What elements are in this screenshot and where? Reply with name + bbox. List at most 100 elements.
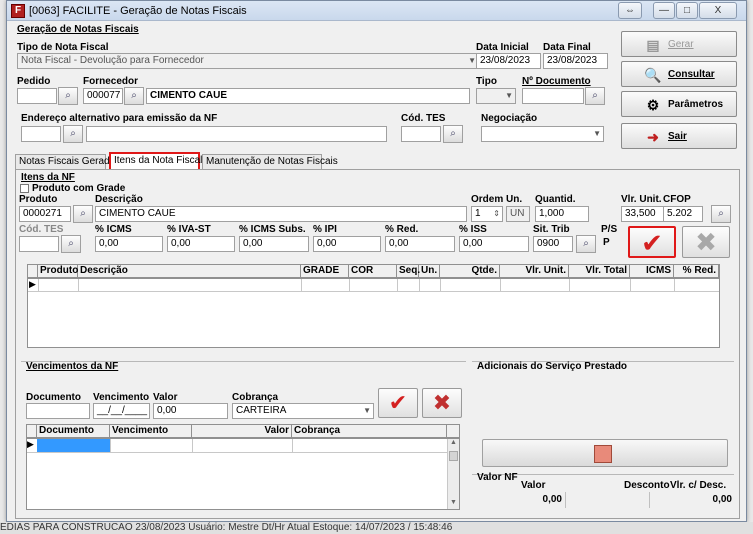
col-qtde[interactable]: Qtde. — [440, 265, 500, 277]
icms-subs-field[interactable]: 0,00 — [239, 236, 309, 252]
delete-vencimento-button[interactable]: ✖ — [422, 388, 462, 418]
col-documento[interactable]: Documento — [37, 425, 110, 437]
fornecedor-name-field[interactable]: CIMENTO CAUE — [146, 88, 470, 104]
endereco-text-field[interactable] — [86, 126, 387, 142]
cfop-field[interactable]: 5.202 — [663, 206, 703, 222]
divider — [649, 492, 650, 508]
itens-section-title: Itens da NF — [21, 172, 75, 183]
confirm-vencimento-button[interactable]: ✔ — [378, 388, 418, 418]
endereco-code-field[interactable] — [21, 126, 61, 142]
venc-vencimento-field[interactable]: __/__/____ — [93, 403, 150, 419]
item-cod-tes-lookup-icon[interactable]: ⌕ — [61, 235, 81, 253]
scroll-thumb[interactable] — [449, 451, 458, 461]
ipi-field[interactable]: 0,00 — [313, 236, 381, 252]
produto-grade-label: Produto com Grade — [32, 183, 126, 194]
sit-trib-lookup-icon[interactable]: ⌕ — [576, 235, 596, 253]
pedido-lookup-icon[interactable]: ⌕ — [58, 87, 78, 105]
venc-valor-field[interactable]: 0,00 — [153, 403, 228, 419]
row-pointer-icon: ▶ — [27, 439, 34, 449]
divider — [27, 452, 447, 453]
data-inicial-field[interactable]: 23/08/2023 — [476, 53, 541, 69]
venc-documento-field[interactable] — [26, 403, 90, 419]
confirm-item-button[interactable]: ✔ — [628, 226, 676, 258]
consultar-button[interactable]: 🔍 Consultar — [621, 61, 737, 87]
vlr-desc-value: 0,00 — [712, 494, 732, 505]
descricao-label: Descrição — [95, 194, 143, 205]
fornecedor-code-field[interactable]: 000077 — [83, 88, 123, 104]
tipo-nf-select[interactable]: Nota Fiscal - Devolução para Fornecedor ▼ — [17, 53, 479, 69]
divider — [110, 439, 111, 452]
close-button[interactable]: X — [699, 2, 737, 19]
selected-cell[interactable] — [37, 439, 110, 452]
iva-field[interactable]: 0,00 — [167, 236, 235, 252]
table-row[interactable]: ▶ — [28, 279, 719, 292]
endereco-label: Endereço alternativo para emissão da NF — [21, 113, 218, 124]
divider — [674, 279, 675, 292]
num-doc-lookup-icon[interactable]: ⌕ — [585, 87, 605, 105]
ordem-stepper[interactable]: 1 ⇕ — [471, 206, 503, 222]
ps-value: P — [603, 237, 610, 248]
produto-grade-checkbox[interactable] — [20, 184, 29, 193]
cod-tes-lookup-icon[interactable]: ⌕ — [443, 125, 463, 143]
tab-notas-geradas[interactable]: Notas Fiscais Geradas — [15, 154, 120, 170]
spinner-icon[interactable]: ⇕ — [493, 207, 500, 221]
col-produto[interactable]: Produto — [38, 265, 78, 277]
col-icms[interactable]: ICMS — [630, 265, 674, 277]
divider — [78, 279, 79, 292]
scroll-up-icon[interactable]: ▲ — [450, 439, 457, 446]
col-un[interactable]: Un. — [419, 265, 440, 277]
cancel-item-button[interactable]: ✖ — [682, 226, 730, 258]
iva-label: % IVA-ST — [167, 224, 211, 235]
save-adicionais-button[interactable] — [482, 439, 728, 467]
sit-trib-field[interactable]: 0900 — [533, 236, 573, 252]
icms-field[interactable]: 0,00 — [95, 236, 163, 252]
col-seq[interactable]: Seq. — [397, 265, 420, 277]
item-cod-tes-field[interactable] — [19, 236, 59, 252]
quantid-field[interactable]: 1,000 — [535, 206, 589, 222]
col-vencimento[interactable]: Vencimento — [110, 425, 192, 437]
vertical-scrollbar[interactable]: ▲ ▼ — [447, 439, 459, 509]
endereco-lookup-icon[interactable]: ⌕ — [63, 125, 83, 143]
parametros-label: Parâmetros — [668, 99, 724, 110]
data-inicial-label: Data Inicial — [476, 42, 529, 53]
red-field[interactable]: 0,00 — [385, 236, 455, 252]
cobranca-value: CARTEIRA — [236, 405, 287, 416]
row-pointer-icon: ▶ — [29, 279, 36, 289]
col-red[interactable]: % Red. — [674, 265, 719, 277]
data-final-field[interactable]: 23/08/2023 — [543, 53, 608, 69]
cfop-lookup-icon[interactable]: ⌕ — [711, 205, 731, 223]
fornecedor-lookup-icon[interactable]: ⌕ — [124, 87, 144, 105]
title-bar[interactable]: F [0063] FACILITE - Geração de Notas Fis… — [7, 1, 746, 21]
vencimentos-grid[interactable]: ▶ ▲ ▼ — [26, 438, 460, 510]
produto-lookup-icon[interactable]: ⌕ — [73, 205, 93, 223]
icms-label: % ICMS — [95, 224, 132, 235]
produto-field[interactable]: 0000271 — [19, 206, 71, 222]
col-cobranca[interactable]: Cobrança — [292, 425, 447, 437]
parametros-button[interactable]: ⚙ Parâmetros — [621, 91, 737, 117]
restore-icon[interactable]: ⇔ — [618, 2, 642, 19]
col-valor[interactable]: Valor — [192, 425, 292, 437]
venc-documento-label: Documento — [26, 392, 81, 403]
col-descricao[interactable]: Descrição — [78, 265, 301, 277]
pedido-field[interactable] — [17, 88, 57, 104]
negociacao-select[interactable]: ▼ — [481, 126, 604, 142]
maximize-button[interactable]: □ — [676, 2, 698, 19]
sair-label: Sair — [668, 131, 687, 142]
col-vlr-total[interactable]: Vlr. Total — [569, 265, 630, 277]
minimize-button[interactable]: — — [653, 2, 675, 19]
items-grid[interactable]: ▶ — [27, 278, 720, 348]
iss-field[interactable]: 0,00 — [459, 236, 529, 252]
descricao-field[interactable]: CIMENTO CAUE — [95, 206, 467, 222]
cobranca-select[interactable]: CARTEIRA ▼ — [232, 403, 374, 419]
tipo-nf-value: Nota Fiscal - Devolução para Fornecedor — [21, 55, 204, 66]
tipo-select[interactable]: ▼ — [476, 88, 516, 104]
col-cor[interactable]: COR — [349, 265, 397, 277]
tab-manutencao[interactable]: Manutenção de Notas Fiscais — [202, 154, 338, 170]
col-vlr-unit[interactable]: Vlr. Unit. — [500, 265, 569, 277]
gerar-button[interactable]: ▤ Gerar — [621, 31, 737, 57]
col-grade[interactable]: GRADE — [301, 265, 349, 277]
scroll-down-icon[interactable]: ▼ — [450, 499, 457, 506]
num-doc-field[interactable] — [522, 88, 584, 104]
cod-tes-field[interactable] — [401, 126, 441, 142]
sair-button[interactable]: ➜ Sair — [621, 123, 737, 149]
